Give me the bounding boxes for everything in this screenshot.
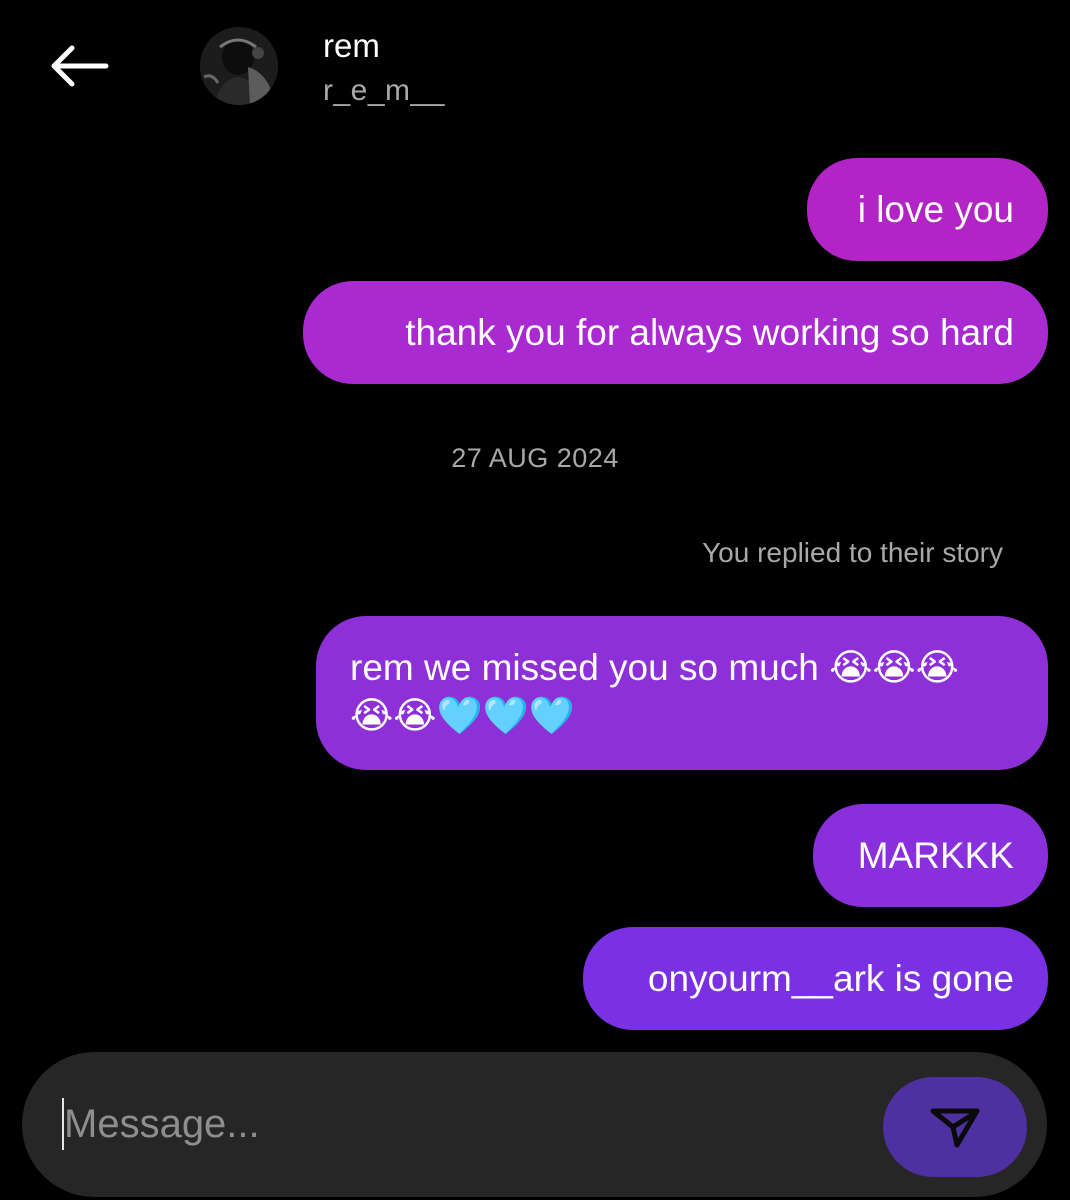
message-text: i love you (857, 189, 1014, 230)
message-text: MARKKK (857, 835, 1014, 876)
message-text: onyourm__ark is gone (647, 958, 1014, 999)
message-text-line-1: rem we missed you so much 😭😭😭 (350, 647, 959, 688)
message-text: thank you for always working so hard (405, 312, 1014, 353)
story-reply-note: You replied to their story (702, 537, 1003, 568)
message-bubble[interactable]: i love you (807, 158, 1048, 261)
avatar[interactable] (200, 27, 278, 105)
message-bubble[interactable]: onyourm__ark is gone (583, 927, 1048, 1030)
send-button[interactable] (883, 1077, 1027, 1177)
message-bubble[interactable]: thank you for always working so hard (303, 281, 1048, 384)
message-bubble[interactable]: rem we missed you so much 😭😭😭 😭😭🩵🩵🩵 (316, 616, 1048, 770)
arrow-left-icon (51, 45, 109, 87)
message-input[interactable] (64, 1096, 824, 1152)
contact-username[interactable]: r_e_m__ (323, 72, 445, 110)
contact-name[interactable]: rem (323, 26, 380, 66)
profile-photo (200, 27, 278, 105)
back-button[interactable] (40, 36, 116, 96)
date-separator: 27 AUG 2024 (451, 443, 619, 473)
message-bubble[interactable]: MARKKK (813, 804, 1048, 907)
message-text-line-2: 😭😭🩵🩵🩵 (350, 695, 575, 736)
send-arrow-icon (930, 1108, 980, 1148)
chat-header: rem r_e_m__ (0, 0, 1070, 140)
